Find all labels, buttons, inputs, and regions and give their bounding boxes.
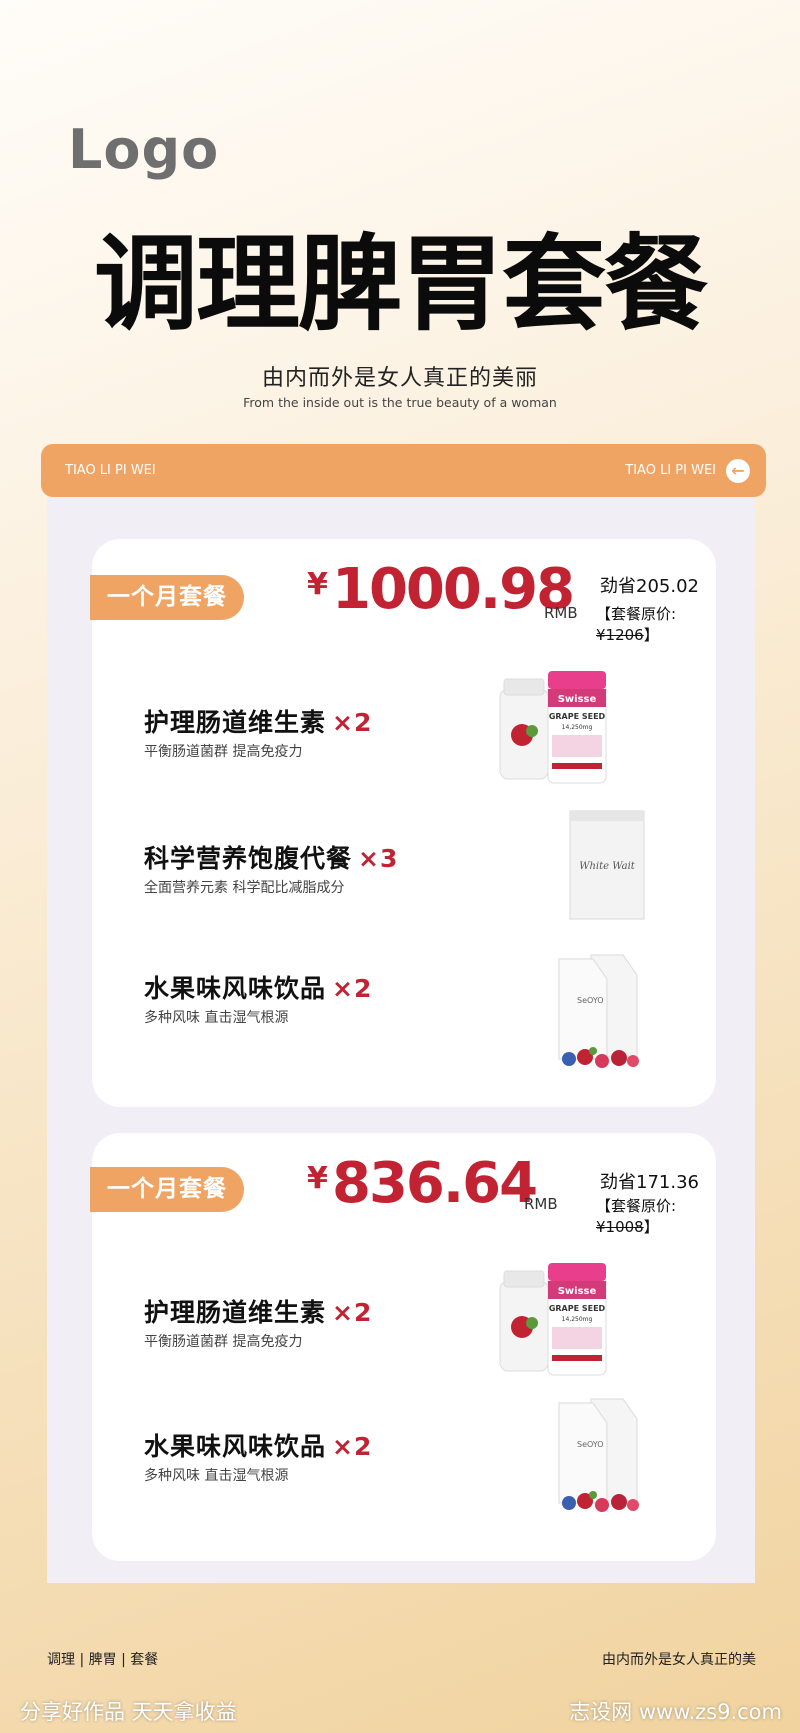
item-title: 护理肠道维生素 <box>144 708 327 737</box>
list-item-name: 科学营养饱腹代餐 ×3 <box>144 839 398 875</box>
fruit-drink-image: SeOYO <box>558 1398 639 1512</box>
list-item-name: 水果味风味饮品 ×2 <box>144 969 372 1005</box>
list-item-name: 护理肠道维生素 ×2 <box>144 703 372 739</box>
price-unit: RMB <box>524 1195 558 1213</box>
subtitle: 由内而外是女人真正的美丽 <box>261 366 538 391</box>
item-title: 护理肠道维生素 <box>144 1298 327 1327</box>
price-unit: RMB <box>544 604 578 622</box>
package-price: 1000.98 <box>332 557 575 622</box>
package-tag: 一个月套餐 <box>90 1167 244 1212</box>
orig-value: ¥1008 <box>596 1218 644 1236</box>
banner-bar: TIAO LI PI WEI TIAO LI PI WEI ← <box>41 444 766 497</box>
subtitle-english: From the inside out is the true beauty o… <box>243 395 557 410</box>
vitamin-bottles-image: Swisse GRAPE SEED 14,250mg <box>499 1263 607 1376</box>
original-price: 【套餐原价: ¥1008】 <box>596 1195 716 1237</box>
banner-right-text: TIAO LI PI WEI <box>625 463 716 478</box>
item-quantity: ×2 <box>332 708 373 737</box>
list-item-name: 水果味风味饮品 ×2 <box>144 1427 372 1463</box>
list-item-desc: 全面营养元素 科学配比减脂成分 <box>144 880 345 896</box>
bottle-dose: 14,250mg <box>562 724 593 731</box>
package-tag: 一个月套餐 <box>90 575 244 620</box>
banner-left-text: TIAO LI PI WEI <box>65 463 156 478</box>
orig-prefix: 【套餐原价: <box>596 1197 677 1215</box>
item-title: 科学营养饱腹代餐 <box>144 844 353 873</box>
footer-keywords: 调理 | 脾胃 | 套餐 <box>47 1652 159 1668</box>
bottle-dose: 14,250mg <box>562 1316 593 1323</box>
footer-slogan: 由内而外是女人真正的美 <box>602 1652 756 1668</box>
watermark-right: 志设网 www.zs9.com <box>569 1700 782 1724</box>
item-title: 水果味风味饮品 <box>144 974 327 1003</box>
watermark-left: 分享好作品 天天拿收益 <box>20 1700 237 1724</box>
item-quantity: ×2 <box>332 1298 373 1327</box>
orig-value: ¥1206 <box>596 626 644 644</box>
orig-prefix: 【套餐原价: <box>596 605 677 623</box>
orig-suffix: 】 <box>643 1218 659 1236</box>
packages-panel: 一个月套餐 ¥ 1000.98 RMB 劲省205.02 【套餐原价: ¥1206… <box>47 497 755 1583</box>
currency-symbol: ¥ <box>307 567 328 602</box>
list-item-name: 护理肠道维生素 ×2 <box>144 1293 372 1329</box>
item-quantity: ×2 <box>332 1432 373 1461</box>
currency-symbol: ¥ <box>307 1161 328 1196</box>
item-quantity: ×2 <box>332 974 373 1003</box>
bottle-name: GRAPE SEED <box>549 712 606 721</box>
meal-replacement-pouch-image: White Wait <box>569 810 645 920</box>
pouch-label: White Wait <box>579 861 636 872</box>
watermark-bar: 分享好作品 天天拿收益 志设网 www.zs9.com <box>0 1688 800 1733</box>
drink-brand: SeOYO <box>577 1440 604 1449</box>
page-title: 调理脾胃套餐 <box>93 223 708 345</box>
vitamin-bottles-image: Swisse GRAPE SEED 14,250mg <box>499 671 607 784</box>
original-price: 【套餐原价: ¥1206】 <box>596 603 716 645</box>
list-item-desc: 平衡肠道菌群 提高免疫力 <box>144 744 303 760</box>
package-card: 一个月套餐 ¥ 1000.98 RMB 劲省205.02 【套餐原价: ¥1206… <box>90 539 716 1107</box>
bottle-brand: Swisse <box>558 694 597 705</box>
item-title: 水果味风味饮品 <box>144 1432 327 1461</box>
arrow-left-icon[interactable]: ← <box>726 459 750 483</box>
list-item-desc: 多种风味 直击湿气根源 <box>144 1468 289 1484</box>
orig-suffix: 】 <box>643 626 659 644</box>
item-quantity: ×3 <box>358 844 399 873</box>
drink-brand: SeOYO <box>577 996 604 1005</box>
list-item-desc: 平衡肠道菌群 提高免疫力 <box>144 1334 303 1350</box>
poster: Logo 调理脾胃套餐 由内而外是女人真正的美丽 From the inside… <box>0 0 800 1733</box>
package-price: 836.64 <box>332 1151 538 1216</box>
bottle-brand: Swisse <box>558 1286 597 1297</box>
savings-label: 劲省205.02 <box>600 576 699 597</box>
list-item-desc: 多种风味 直击湿气根源 <box>144 1010 289 1026</box>
fruit-drink-image: SeOYO <box>558 954 639 1068</box>
package-card: 一个月套餐 ¥ 836.64 RMB 劲省171.36 【套餐原价: ¥1008】… <box>90 1133 716 1561</box>
logo: Logo <box>68 118 220 181</box>
bottle-name: GRAPE SEED <box>549 1304 606 1313</box>
savings-label: 劲省171.36 <box>600 1172 699 1193</box>
